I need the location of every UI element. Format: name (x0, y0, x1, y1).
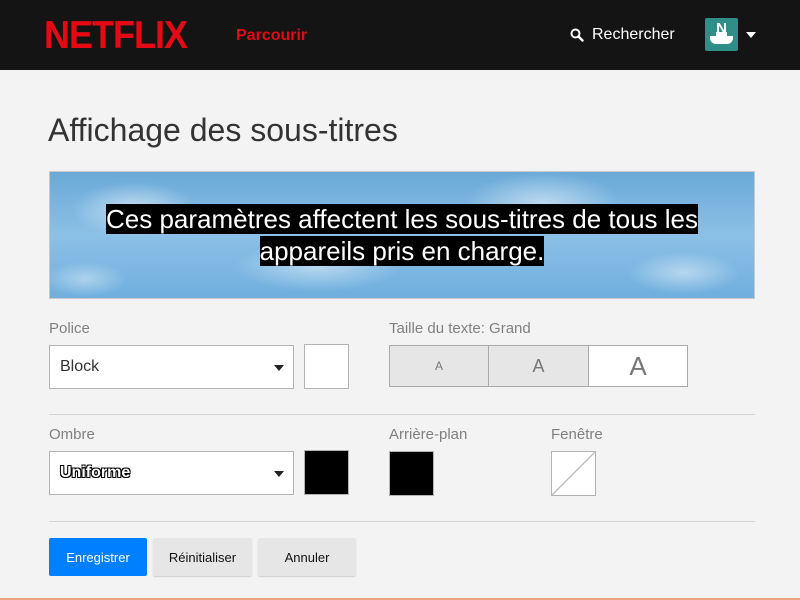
netflix-logo[interactable]: NETFLIX (44, 12, 188, 57)
no-color-icon (552, 452, 595, 495)
section-divider (49, 414, 755, 415)
shadow-label: Ombre (49, 426, 95, 443)
search-icon (570, 28, 584, 42)
section-divider (49, 521, 755, 522)
page-title: Affichage des sous-titres (48, 112, 398, 148)
subtitle-preview: Ces paramètres affectent les sous-titres… (49, 171, 755, 299)
avatar: N (705, 18, 738, 51)
text-size-selector: A A A (389, 345, 688, 387)
shadow-color-swatch[interactable] (304, 450, 349, 495)
shadow-select[interactable]: Uniforme (49, 451, 294, 495)
top-navigation-bar: NETFLIX Parcourir Rechercher N (0, 0, 800, 70)
window-color-swatch[interactable] (551, 451, 596, 496)
font-select-value: Block (60, 358, 100, 375)
reset-button[interactable]: Réinitialiser (153, 538, 252, 576)
chevron-down-icon (274, 365, 284, 371)
profile-menu[interactable]: N (705, 18, 756, 51)
preview-subtitle-text: Ces paramètres affectent les sous-titres… (105, 204, 699, 266)
cancel-button[interactable]: Annuler (258, 538, 356, 576)
shadow-select-value: Uniforme (60, 464, 131, 481)
window-label: Fenêtre (551, 426, 603, 443)
background-color-swatch[interactable] (389, 451, 434, 496)
text-size-label: Taille du texte: Grand (389, 320, 531, 337)
text-size-large-button[interactable]: A (589, 345, 688, 387)
text-size-medium-button[interactable]: A (489, 345, 589, 387)
search-button[interactable]: Rechercher (570, 26, 675, 44)
font-color-swatch[interactable] (304, 344, 349, 389)
save-button[interactable]: Enregistrer (49, 538, 147, 576)
search-label: Rechercher (592, 26, 675, 43)
chevron-down-icon (746, 31, 756, 38)
font-label: Police (49, 320, 90, 337)
background-label: Arrière-plan (389, 426, 468, 443)
chevron-down-icon (274, 471, 284, 477)
text-size-small-button[interactable]: A (389, 345, 489, 387)
font-select[interactable]: Block (49, 345, 294, 389)
browse-menu-link[interactable]: Parcourir (236, 27, 307, 45)
avatar-boat-icon (710, 36, 733, 44)
